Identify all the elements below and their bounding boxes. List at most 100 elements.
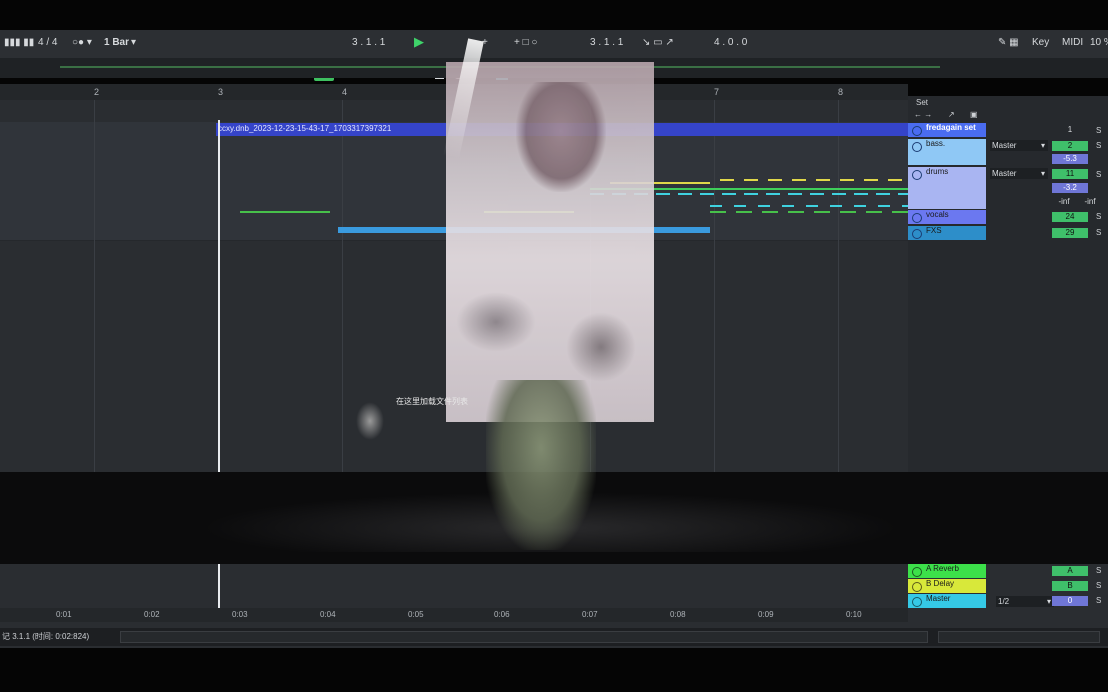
peak-meter: -inf — [1058, 197, 1070, 206]
hand-image — [566, 312, 636, 382]
master-volume[interactable]: 0 — [1052, 596, 1088, 606]
key-map-button[interactable]: Key — [1032, 37, 1049, 48]
master-track[interactable]: Master — [908, 594, 986, 608]
chevron-down-icon: ▾ — [1040, 169, 1045, 178]
track-pan[interactable]: -5.3 — [1052, 154, 1088, 164]
solo-button[interactable]: S — [1096, 566, 1101, 575]
grid-line — [342, 100, 343, 472]
grid-line — [838, 100, 839, 472]
grid-line — [714, 100, 715, 472]
performer-image — [356, 402, 384, 440]
status-text: 记 3.1.1 (时间: 0:02:824) — [2, 632, 90, 641]
bar-label: 4 — [342, 87, 348, 97]
time-label: 0:07 — [582, 610, 598, 619]
nav-arrows-icon[interactable]: ← → — [914, 110, 932, 119]
set-label: Set — [916, 98, 929, 107]
track-pan[interactable]: -3.2 — [1052, 183, 1088, 193]
track-name: A Reverb — [926, 564, 959, 573]
track-fold-icon[interactable] — [912, 213, 922, 223]
position-display[interactable]: 3 . 1 . 1 — [352, 37, 385, 48]
track-volume[interactable]: 24 — [1052, 212, 1088, 222]
subtitle-text: 在这里加载文件列表 — [396, 397, 468, 406]
send-button[interactable]: A — [1052, 566, 1088, 576]
track-header-fredagain-set[interactable]: fredagain set — [908, 123, 986, 137]
track-fold-icon[interactable] — [912, 142, 922, 152]
midi-note-row[interactable] — [710, 211, 908, 213]
track-fold-icon[interactable] — [912, 229, 922, 239]
face-image — [516, 82, 606, 192]
clip-name: ccxy.dnb_2023-12-23-15-43-17_17033173973… — [218, 124, 392, 133]
send-button[interactable]: B — [1052, 581, 1088, 591]
punch-icon[interactable]: ↘ ▭ ↗ — [642, 37, 674, 48]
midi-note-row[interactable] — [710, 205, 908, 207]
routing-label: Master — [992, 141, 1017, 150]
overdub-icon[interactable]: + □ ○ — [514, 37, 537, 48]
track-fold-icon[interactable] — [912, 597, 922, 607]
solo-button[interactable]: S — [1096, 212, 1101, 221]
track-header-vocals[interactable]: vocals — [908, 210, 986, 224]
grid-line — [94, 100, 95, 472]
time-ruler[interactable]: 0:01 0:02 0:03 0:04 0:05 0:06 0:07 0:08 … — [0, 608, 908, 622]
track-name: Master — [926, 594, 951, 603]
time-label: 0:01 — [56, 610, 72, 619]
time-label: 0:05 — [408, 610, 424, 619]
midi-map-button[interactable]: MIDI — [1062, 37, 1083, 48]
solo-button[interactable]: S — [1096, 228, 1101, 237]
loop-start-display[interactable]: 3 . 1 . 1 — [590, 37, 623, 48]
expand-icon[interactable]: ↗ — [948, 110, 955, 119]
track-name: FXS — [926, 226, 942, 235]
time-label: 0:02 — [144, 610, 160, 619]
track-volume[interactable]: 1 — [1052, 125, 1088, 135]
return-track-b-delay[interactable]: B Delay — [908, 579, 986, 593]
master-output-select[interactable]: 1/2 ▾ — [996, 596, 1054, 607]
track-fold-icon[interactable] — [912, 567, 922, 577]
track-fold-icon[interactable] — [912, 170, 922, 180]
cpu-meter: 10 % — [1090, 37, 1108, 48]
playhead[interactable] — [218, 120, 220, 472]
output-routing-select[interactable]: Master ▾ — [990, 140, 1048, 151]
chevron-down-icon[interactable]: ▾ — [131, 37, 136, 48]
screen: ▮▮▮ ▮▮ 4 / 4 ○● ▾ 1 Bar ▾ 3 . 1 . 1 ▶ + … — [0, 0, 1108, 692]
time-label: 0:06 — [494, 610, 510, 619]
solo-button[interactable]: S — [1096, 581, 1101, 590]
loop-length-display[interactable]: 4 . 0 . 0 — [714, 37, 747, 48]
midi-note-row[interactable] — [720, 179, 908, 181]
peak-meter: -inf — [1084, 197, 1096, 206]
bar-label: 2 — [94, 87, 100, 97]
track-fold-icon[interactable] — [912, 582, 922, 592]
output-routing-select[interactable]: Master ▾ — [990, 168, 1048, 179]
bar-label: 8 — [838, 87, 844, 97]
track-header-drums[interactable]: drums — [908, 167, 986, 209]
info-field — [120, 631, 928, 643]
solo-button[interactable]: S — [1096, 596, 1101, 605]
track-header-fxs[interactable]: FXS — [908, 226, 986, 240]
solo-button[interactable]: S — [1096, 170, 1101, 179]
status-bar: 记 3.1.1 (时间: 0:02:824) — [0, 628, 1108, 646]
time-signature[interactable]: 4 / 4 — [38, 37, 57, 48]
track-header-bass[interactable]: bass. — [908, 139, 986, 165]
midi-note[interactable] — [240, 211, 330, 213]
play-icon[interactable]: ▶ — [414, 34, 424, 50]
hand-image — [456, 292, 536, 352]
return-track-a-reverb[interactable]: A Reverb — [908, 564, 986, 578]
track-volume[interactable]: 11 — [1052, 169, 1088, 179]
track-name: B Delay — [926, 579, 955, 588]
time-label: 0:09 — [758, 610, 774, 619]
view-toggle-icon[interactable]: ▮▮▮ ▮▮ — [4, 37, 34, 48]
quantize-select[interactable]: 1 Bar — [104, 37, 129, 48]
solo-button[interactable]: S — [1096, 141, 1101, 150]
lock-icon[interactable]: ▣ — [970, 110, 978, 119]
metronome-icon[interactable]: ○● ▾ — [72, 37, 92, 48]
bar-label: 7 — [714, 87, 720, 97]
track-volume[interactable]: 2 — [1052, 141, 1088, 151]
bar-label: 3 — [218, 87, 224, 97]
video-overlay-image — [446, 62, 654, 422]
draw-mode-icon[interactable]: ✎ ▦ — [998, 37, 1019, 48]
track-volume[interactable]: 29 — [1052, 228, 1088, 238]
track-fold-icon[interactable] — [912, 126, 922, 136]
time-label: 0:08 — [670, 610, 686, 619]
transport-bar: ▮▮▮ ▮▮ 4 / 4 ○● ▾ 1 Bar ▾ 3 . 1 . 1 ▶ + … — [0, 30, 1108, 81]
solo-button[interactable]: S — [1096, 126, 1101, 135]
time-label: 0:10 — [846, 610, 862, 619]
track-name: fredagain set — [926, 123, 976, 132]
